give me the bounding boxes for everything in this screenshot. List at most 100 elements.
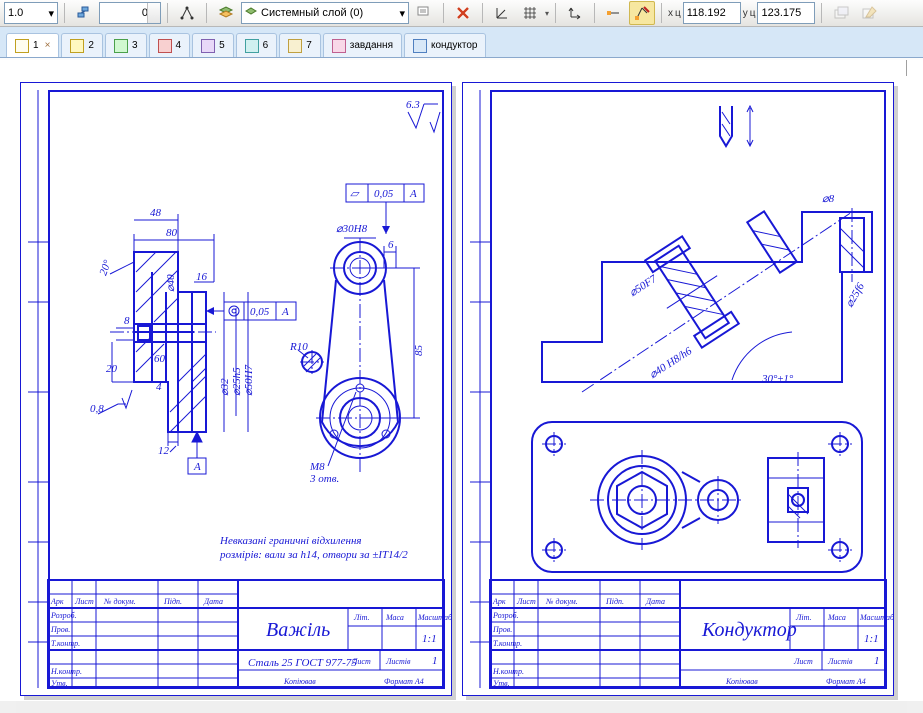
separator (594, 3, 595, 23)
dropdown-arrow-icon: ▾ (48, 7, 54, 20)
svg-text:Підп.: Підп. (605, 597, 624, 606)
svg-text:Н.контр.: Н.контр. (50, 667, 82, 676)
svg-text:0,8: 0,8 (90, 403, 104, 415)
svg-text:8: 8 (124, 315, 130, 327)
tab-konduktor[interactable]: кондуктор (404, 33, 486, 57)
svg-text:⌀40 H8/h6: ⌀40 H8/h6 (647, 345, 694, 381)
svg-text:1: 1 (432, 655, 438, 667)
doc-icon (288, 39, 302, 53)
svg-text:розмірів: вали за h14, отвори: розмірів: вали за h14, отвори за ±IT14/2 (219, 549, 408, 561)
lineweight-value: 1.0 (8, 7, 23, 19)
tab-doc-6[interactable]: 6 (236, 33, 278, 57)
svg-text:М8: М8 (309, 461, 325, 473)
separator (206, 3, 207, 23)
svg-text:№ докум.: № докум. (545, 597, 578, 606)
tab-doc-1[interactable]: 1× (6, 33, 59, 57)
coord-sub: ц (750, 8, 756, 19)
svg-text:0,05: 0,05 (250, 306, 270, 318)
svg-text:4: 4 (156, 381, 162, 393)
separator (443, 3, 444, 23)
ortho-angle-icon[interactable] (489, 1, 515, 25)
tab-zavdannya[interactable]: завдання (323, 33, 402, 57)
svg-text:0,05: 0,05 (374, 188, 394, 200)
doc-icon (114, 39, 128, 53)
svg-text:Невказані граничні відхилення: Невказані граничні відхилення (219, 535, 362, 547)
svg-text:12: 12 (158, 445, 170, 457)
svg-text:85: 85 (413, 345, 425, 357)
svg-text:Масштаб: Масштаб (417, 613, 452, 622)
svg-text:А: А (193, 461, 201, 473)
dropdown-arrow-icon: ▾ (399, 7, 405, 20)
snap-toggle-icon[interactable] (629, 1, 655, 25)
svg-text:48: 48 (150, 207, 162, 219)
separator (482, 3, 483, 23)
svg-text:Арк: Арк (492, 597, 506, 606)
layers-icon[interactable] (213, 1, 239, 25)
svg-text:Сталь 25 ГОСТ 977-75: Сталь 25 ГОСТ 977-75 (248, 657, 357, 669)
step-spinner[interactable]: 0 (99, 2, 161, 24)
svg-text:Формат А4: Формат А4 (384, 677, 424, 686)
svg-text:80: 80 (166, 227, 178, 239)
ucs-icon[interactable] (562, 1, 588, 25)
svg-text:Лист: Лист (516, 597, 536, 606)
layer-manager-icon[interactable] (411, 1, 437, 25)
svg-text:20°: 20° (97, 258, 114, 277)
scrollbar-vertical[interactable] (906, 60, 923, 701)
tab-doc-4[interactable]: 4 (149, 33, 191, 57)
delete-icon[interactable] (450, 1, 476, 25)
separator (661, 3, 662, 23)
coord-y-label: y (743, 8, 748, 19)
coord-x-field[interactable]: 118.192 (683, 2, 741, 24)
doc-icon (15, 39, 29, 53)
tab-doc-3[interactable]: 3 (105, 33, 147, 57)
coord-y-field[interactable]: 123.175 (757, 2, 815, 24)
doc-icon (245, 39, 259, 53)
insert-fragment-icon[interactable] (828, 1, 854, 25)
separator (64, 3, 65, 23)
layer-icon (245, 7, 257, 19)
drawing-canvas[interactable]: 6.3 (16, 76, 907, 701)
svg-text:Листів: Листів (827, 657, 853, 666)
svg-text:30°±1°: 30°±1° (761, 373, 794, 385)
close-icon[interactable]: × (45, 40, 51, 51)
svg-text:⌀25h5: ⌀25h5 (231, 367, 243, 396)
svg-text:⌀8: ⌀8 (822, 193, 835, 205)
svg-text:№ докум.: № докум. (103, 597, 136, 606)
step-mode-icon[interactable] (71, 1, 97, 25)
svg-text:Маса: Маса (385, 613, 404, 622)
scrollbar-horizontal[interactable] (16, 700, 907, 713)
point-style-icon[interactable] (174, 1, 200, 25)
grid-icon[interactable] (517, 1, 543, 25)
svg-text:1: 1 (874, 655, 880, 667)
main-toolbar: 1.0 ▾ 0 Системный слой (0) ▾ ▾ x ц 118.1… (0, 0, 923, 27)
coord-sub: ц (675, 8, 681, 19)
doc-icon (332, 39, 346, 53)
svg-text:⌀25f6: ⌀25f6 (844, 281, 868, 310)
dropdown-arrow-icon[interactable]: ▾ (545, 9, 549, 18)
svg-text:Т.контр.: Т.контр. (51, 639, 80, 648)
svg-text:Кондуктор: Кондуктор (701, 619, 797, 641)
tab-doc-7[interactable]: 7 (279, 33, 321, 57)
svg-text:Листів: Листів (385, 657, 411, 666)
drawing-svg-right: 30°±1° ⌀40 H8/h6 ⌀50F7 ⌀25f6 ⌀8 (462, 82, 894, 696)
svg-text:3 отв.: 3 отв. (309, 473, 339, 485)
svg-text:Утв.: Утв. (493, 679, 510, 688)
svg-text:⌀40: ⌀40 (165, 274, 177, 292)
layer-combo[interactable]: Системный слой (0) ▾ (241, 2, 409, 24)
ruler-vertical-left (0, 60, 17, 701)
separator (555, 3, 556, 23)
svg-text:Н.контр.: Н.контр. (492, 667, 524, 676)
svg-text:Пров.: Пров. (492, 625, 512, 634)
svg-text:Т.контр.: Т.контр. (493, 639, 522, 648)
tab-doc-5[interactable]: 5 (192, 33, 234, 57)
snap-icon[interactable] (601, 1, 627, 25)
svg-text:Літ.: Літ. (795, 613, 812, 622)
svg-text:Дата: Дата (203, 597, 223, 606)
tab-doc-2[interactable]: 2 (61, 33, 103, 57)
edit-fragment-icon[interactable] (856, 1, 882, 25)
svg-text:Лист: Лист (74, 597, 94, 606)
lineweight-combo[interactable]: 1.0 ▾ (4, 2, 58, 24)
drawing-area: 6.3 (0, 58, 923, 713)
svg-text:Розроб.: Розроб. (492, 611, 519, 620)
separator (821, 3, 822, 23)
